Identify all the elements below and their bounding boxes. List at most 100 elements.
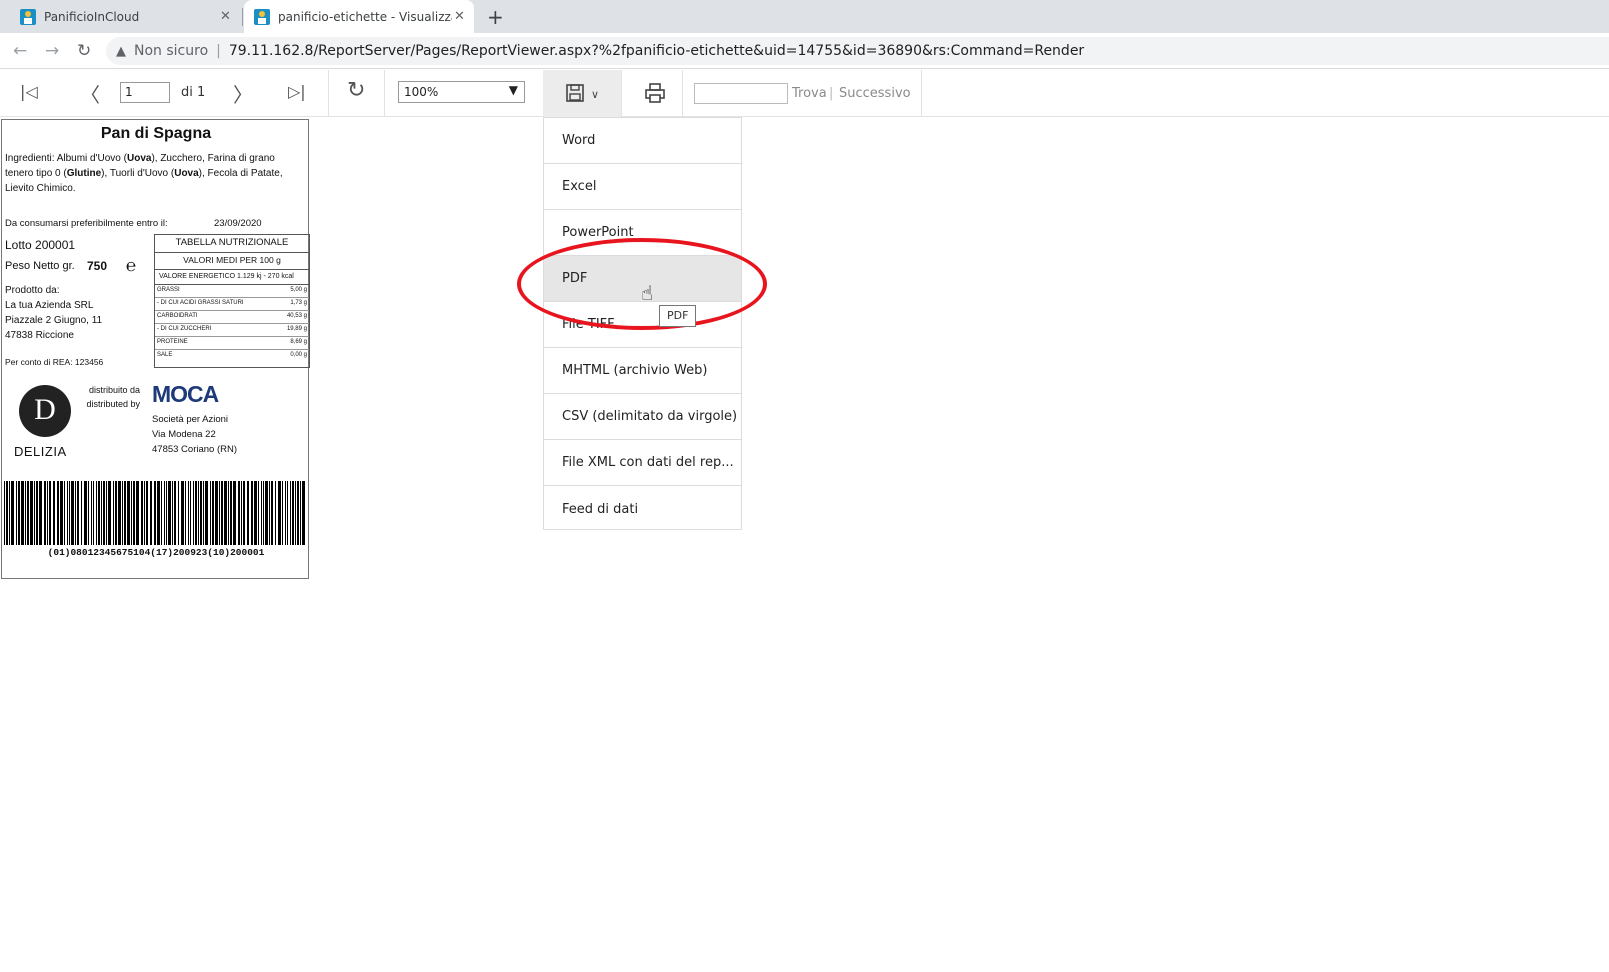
barcode-bar: [18, 481, 20, 545]
first-page-icon[interactable]: |◁: [20, 82, 38, 101]
barcode-bar: [93, 481, 94, 545]
barcode-bar: [203, 481, 204, 545]
url-separator: |: [216, 43, 221, 59]
barcode-bar: [34, 481, 35, 545]
barcode-bar: [36, 481, 38, 545]
next-page-icon[interactable]: 〉: [233, 79, 253, 108]
nutrient-value: 5,00 g: [290, 287, 307, 293]
tab-panificioincloud[interactable]: PanificioInCloud ✕: [20, 0, 242, 33]
producer-label: Prodotto da:: [5, 285, 60, 296]
barcode-bar: [27, 481, 29, 545]
barcode-bar: [164, 481, 165, 545]
barcode-bar: [193, 481, 194, 545]
panificio-favicon-icon: [20, 8, 36, 25]
barcode-bar: [157, 481, 160, 545]
toolbar-divider: [384, 70, 385, 117]
barcode-bar: [64, 481, 65, 545]
back-arrow-icon[interactable]: ←: [13, 41, 27, 61]
toolbar-divider: [921, 70, 922, 117]
previous-page-icon[interactable]: 〈: [80, 79, 100, 108]
print-icon[interactable]: [645, 83, 665, 107]
export-word-item[interactable]: Word: [544, 118, 741, 164]
barcode-bar: [146, 481, 148, 545]
brand-name: DELIZIA: [14, 444, 67, 459]
tab-report-viewer[interactable]: panificio-etichette - Visualizzatore rep…: [244, 0, 474, 33]
barcode-bar: [101, 481, 102, 545]
barcode-bar: [302, 481, 305, 545]
zoom-select[interactable]: 100% ▼: [398, 81, 525, 103]
toolbar-divider: [328, 70, 329, 117]
barcode-bar: [9, 481, 10, 545]
forward-arrow-icon[interactable]: →: [45, 41, 59, 61]
barcode-bar: [292, 481, 294, 545]
distributor-city: 47853 Coriano (RN): [152, 444, 238, 455]
security-label[interactable]: Non sicuro: [134, 43, 208, 59]
toolbar-divider: [621, 70, 622, 117]
barcode-bar: [287, 481, 288, 545]
barcode-bar: [21, 481, 24, 545]
url-text[interactable]: 79.11.162.8/ReportServer/Pages/ReportVie…: [229, 43, 1084, 59]
nutrition-subtitle: VALORI MEDI PER 100 g: [155, 253, 309, 270]
nutrition-table: TABELLA NUTRIZIONALE VALORI MEDI PER 100…: [154, 234, 310, 368]
barcode-bar: [295, 481, 296, 545]
barcode-bar: [88, 481, 89, 545]
report-page-label: Pan di Spagna Ingredienti: Albumi d'Uovo…: [1, 119, 310, 579]
save-disk-icon: [566, 84, 584, 106]
nutrient-name: SALE: [157, 352, 173, 358]
barcode-bar: [57, 481, 59, 545]
barcode-bar: [91, 481, 92, 545]
export-datafeed-item[interactable]: Feed di dati: [544, 486, 741, 532]
export-xml-item[interactable]: File XML con dati del rep...: [544, 440, 741, 486]
barcode-bar: [136, 481, 139, 545]
barcode-bar: [75, 481, 76, 545]
delizia-logo-icon: D: [19, 385, 71, 437]
producer-name: La tua Azienda SRL: [5, 300, 94, 311]
barcode-bar: [131, 481, 132, 545]
ingredients-text: Ingredienti: Albumi d'Uovo (Uova), Zucch…: [5, 151, 305, 196]
last-page-icon[interactable]: ▷|: [288, 82, 306, 101]
export-button[interactable]: ∨: [543, 70, 621, 117]
barcode-bar: [212, 481, 214, 545]
barcode-bar: [282, 481, 283, 545]
barcode-bar: [113, 481, 114, 545]
barcode-bar: [154, 481, 156, 545]
nutrition-row: SALE 0,00 g: [155, 350, 309, 363]
barcode-bar: [4, 481, 5, 545]
close-tab-icon[interactable]: ✕: [220, 9, 231, 24]
export-excel-item[interactable]: Excel: [544, 164, 741, 210]
expiry-date: 23/09/2020: [214, 218, 262, 229]
panificio-favicon-icon: [254, 8, 270, 25]
barcode-bar: [181, 481, 184, 545]
find-text-input[interactable]: [694, 83, 788, 104]
new-tab-icon[interactable]: +: [487, 5, 504, 29]
barcode-bar: [290, 481, 291, 545]
barcode-bar: [178, 481, 179, 545]
producer-city: 47838 Riccione: [5, 330, 74, 341]
current-page-input[interactable]: 1: [120, 82, 170, 103]
tab-title: panificio-etichette - Visualizzatore rep…: [278, 9, 452, 24]
barcode-bar: [224, 481, 227, 545]
barcode-bar: [215, 481, 218, 545]
next-match-link[interactable]: Successivo: [839, 86, 911, 101]
distributor-street: Via Modena 22: [152, 429, 216, 440]
nutrient-name: PROTEINE: [157, 339, 188, 345]
barcode-bar: [161, 481, 162, 545]
nutrient-value: 19,89 g: [286, 326, 307, 332]
warning-triangle-icon[interactable]: ▲: [116, 44, 126, 59]
omnibox[interactable]: ▲ Non sicuro | 79.11.162.8/ReportServer/…: [106, 37, 1609, 65]
expiry-label: Da consumarsi preferibilmente entro il:: [5, 218, 168, 229]
barcode-bar: [144, 481, 145, 545]
barcode-bar: [174, 481, 176, 545]
close-tab-icon[interactable]: ✕: [454, 9, 465, 24]
barcode-bar: [271, 481, 273, 545]
export-csv-item[interactable]: CSV (delimitato da virgole): [544, 394, 741, 440]
barcode-bar: [263, 481, 264, 545]
export-mhtml-item[interactable]: MHTML (archivio Web): [544, 348, 741, 394]
barcode-bar: [243, 481, 245, 545]
report-toolbar: |◁ 〈 1 di 1 〉 ▷| ↻ 100% ▼ ∨ Trova | Succ…: [0, 70, 1609, 117]
find-link[interactable]: Trova: [792, 86, 827, 101]
barcode-bar: [228, 481, 229, 545]
chevron-down-icon: ∨: [591, 88, 600, 101]
reload-icon[interactable]: ↻: [77, 41, 91, 61]
refresh-icon[interactable]: ↻: [347, 78, 365, 103]
